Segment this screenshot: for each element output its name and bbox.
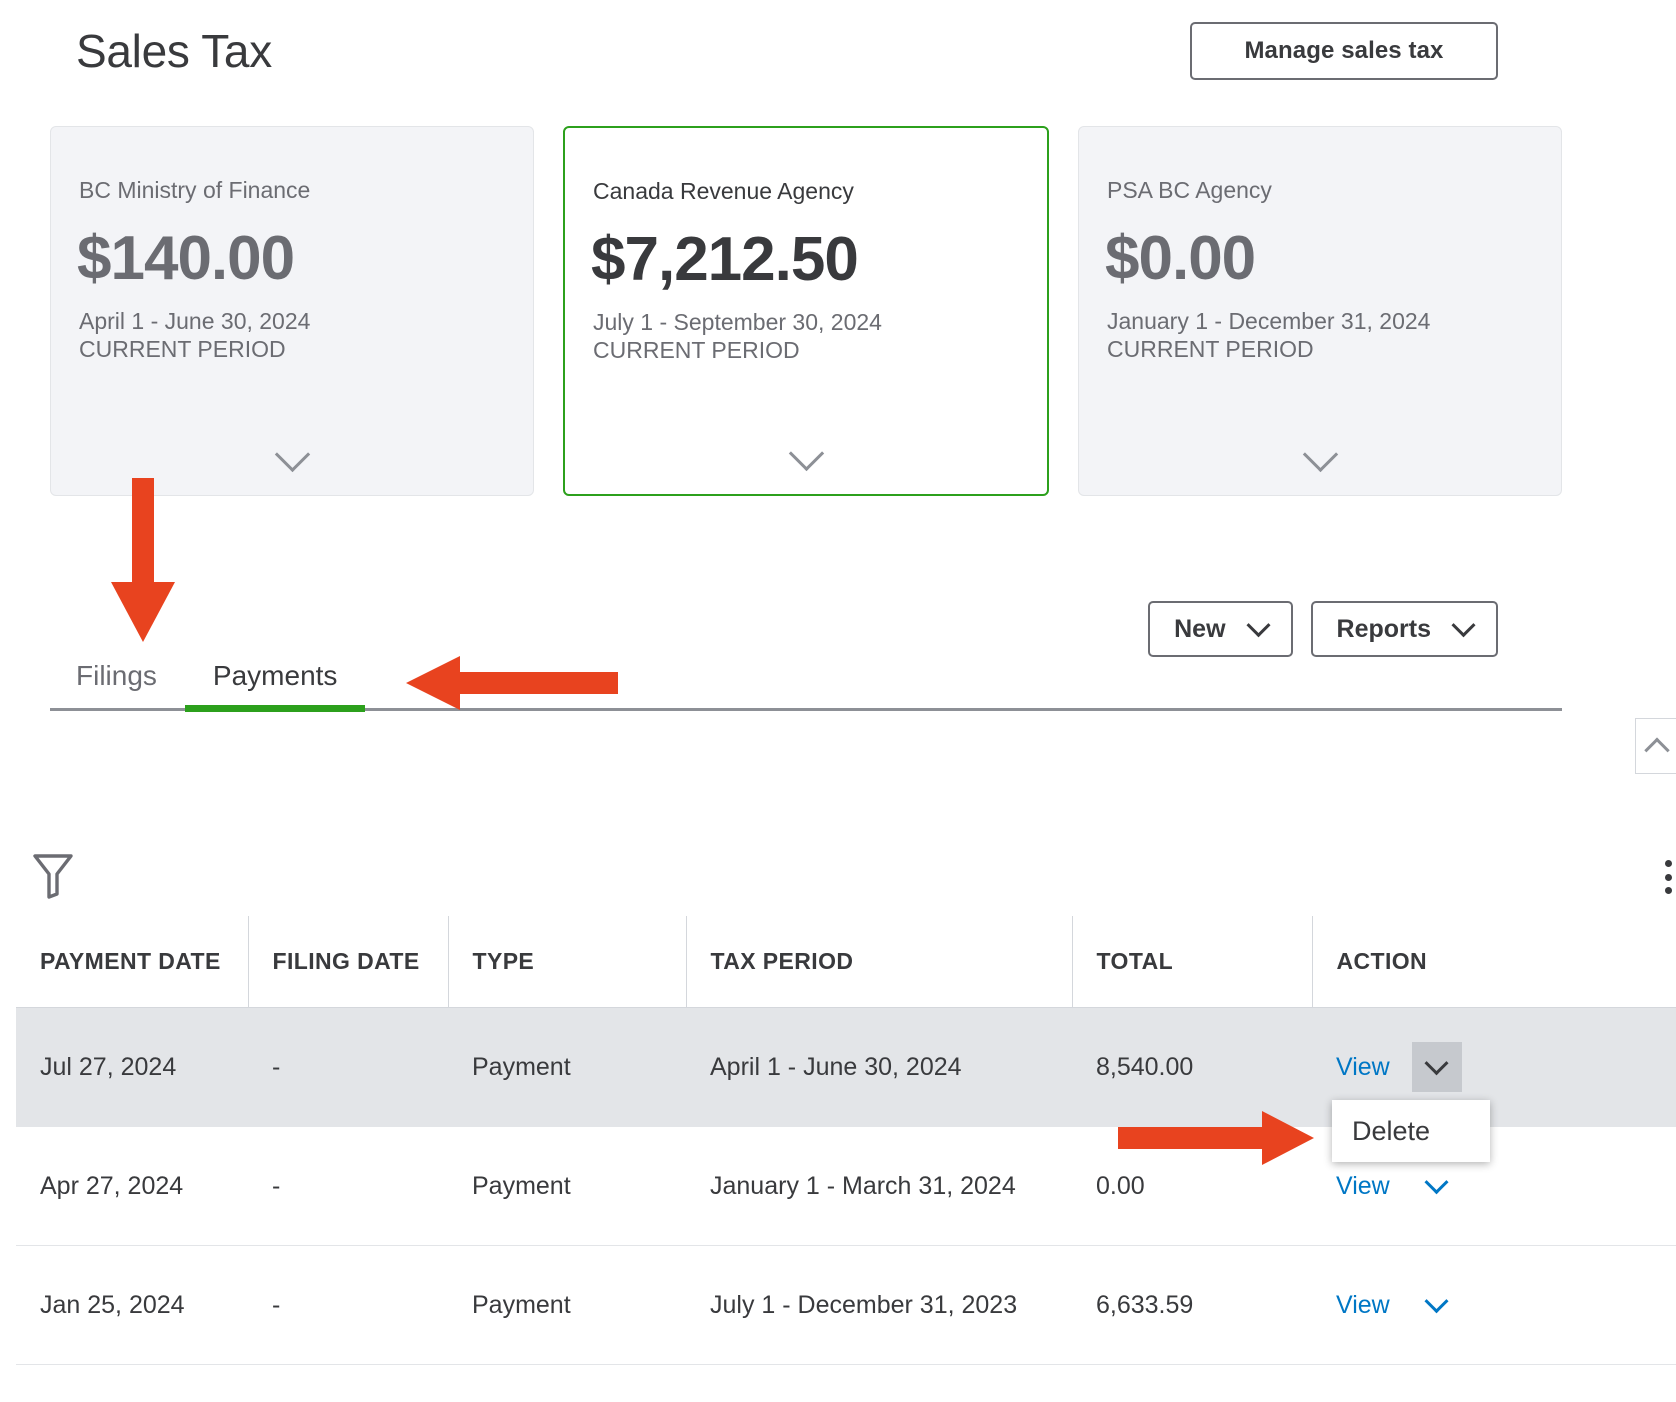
cell-tax-period: January 1 - March 31, 2024 xyxy=(686,1126,1072,1246)
chevron-down-icon xyxy=(788,435,824,472)
action-dropdown-button[interactable] xyxy=(1412,1280,1462,1330)
agency-card-name: Canada Revenue Agency xyxy=(593,178,854,204)
annotation-arrow-down xyxy=(106,478,180,653)
filter-funnel-icon[interactable] xyxy=(32,852,74,905)
agency-card-period-block: January 1 - December 31, 2024 CURRENT PE… xyxy=(1107,307,1430,363)
chevron-down-icon xyxy=(1424,1169,1449,1194)
cell-total: 6,633.59 xyxy=(1072,1245,1312,1365)
tabs-bar: Filings Payments xyxy=(50,650,1562,712)
action-cell-group: View xyxy=(1336,1161,1676,1211)
column-header-payment-date[interactable]: PAYMENT DATE xyxy=(16,916,248,1008)
chevron-down-icon xyxy=(274,436,310,473)
chevron-down-icon xyxy=(1451,612,1476,637)
agency-card-amount: $7,212.50 xyxy=(591,225,859,294)
cell-type: Payment xyxy=(448,1007,686,1127)
view-link[interactable]: View xyxy=(1336,1053,1412,1082)
cell-type: Payment xyxy=(448,1126,686,1246)
cell-tax-period: July 1 - December 31, 2023 xyxy=(686,1245,1072,1365)
column-header-action: ACTION xyxy=(1311,916,1676,1008)
agency-card-period: January 1 - December 31, 2024 xyxy=(1107,308,1431,334)
cell-action: View xyxy=(1312,1245,1676,1365)
agency-card-amount: $140.00 xyxy=(77,224,295,293)
dot xyxy=(1664,873,1672,881)
column-header-type[interactable]: TYPE xyxy=(447,916,686,1008)
view-link[interactable]: View xyxy=(1336,1291,1412,1320)
cell-payment-date: Jul 27, 2024 xyxy=(16,1007,248,1127)
column-header-total[interactable]: TOTAL xyxy=(1071,916,1312,1008)
table-row[interactable]: Jan 25, 2024 - Payment July 1 - December… xyxy=(16,1245,1676,1365)
cell-filing-date: - xyxy=(248,1245,448,1365)
manage-sales-tax-button[interactable]: Manage sales tax xyxy=(1190,22,1498,80)
column-header-tax-period[interactable]: TAX PERIOD xyxy=(685,916,1072,1008)
agency-card-psa-bc-agency[interactable]: PSA BC Agency $0.00 January 1 - December… xyxy=(1078,126,1562,496)
right-panel-collapse-button[interactable] xyxy=(1635,718,1676,774)
agency-card-canada-revenue-agency[interactable]: Canada Revenue Agency $7,212.50 July 1 -… xyxy=(563,126,1049,496)
agency-card-expand-button[interactable] xyxy=(565,435,1047,472)
table-header-row: PAYMENT DATE FILING DATE TYPE TAX PERIOD… xyxy=(16,916,1676,1008)
dot xyxy=(1664,860,1672,867)
chevron-down-icon xyxy=(1302,436,1338,473)
reports-button-label: Reports xyxy=(1336,614,1431,643)
agency-cards-row: BC Ministry of Finance $140.00 April 1 -… xyxy=(50,126,1562,496)
new-button[interactable]: New xyxy=(1148,601,1293,657)
agency-card-amount: $0.00 xyxy=(1105,224,1256,293)
cell-filing-date: - xyxy=(248,1126,448,1246)
cell-filing-date: - xyxy=(248,1007,448,1127)
new-button-label: New xyxy=(1174,614,1226,643)
chevron-down-icon xyxy=(1424,1288,1449,1313)
chevron-down-icon xyxy=(1246,612,1271,637)
cell-tax-period: April 1 - June 30, 2024 xyxy=(686,1007,1072,1127)
agency-card-period-status: CURRENT PERIOD xyxy=(593,337,800,363)
annotation-arrow-right xyxy=(1118,1108,1318,1173)
agency-card-name: PSA BC Agency xyxy=(1107,177,1272,203)
agency-card-period: April 1 - June 30, 2024 xyxy=(79,308,311,334)
view-link[interactable]: View xyxy=(1336,1172,1412,1201)
agency-card-period-status: CURRENT PERIOD xyxy=(79,336,286,362)
settings-dots-icon[interactable] xyxy=(1663,860,1673,894)
action-dropdown-button[interactable] xyxy=(1412,1161,1462,1211)
cell-payment-date: Apr 27, 2024 xyxy=(16,1126,248,1246)
table-action-buttons: New Reports xyxy=(1148,601,1498,657)
tabs-row: Filings Payments xyxy=(50,650,1562,712)
chevron-up-icon xyxy=(1643,737,1670,763)
page-header: Sales Tax Manage sales tax xyxy=(0,0,1676,112)
action-dropdown-button[interactable] xyxy=(1411,1042,1462,1092)
agency-card-period: July 1 - September 30, 2024 xyxy=(593,309,882,335)
delete-menu-item[interactable]: Delete xyxy=(1332,1100,1490,1162)
agency-card-period-block: July 1 - September 30, 2024 CURRENT PERI… xyxy=(593,308,882,364)
annotation-arrow-left xyxy=(398,652,618,719)
tab-filings[interactable]: Filings xyxy=(50,660,185,708)
cell-payment-date: Jan 25, 2024 xyxy=(16,1245,248,1365)
column-header-filing-date[interactable]: FILING DATE xyxy=(247,916,448,1008)
agency-card-expand-button[interactable] xyxy=(1079,436,1561,473)
agency-card-name: BC Ministry of Finance xyxy=(79,177,311,203)
action-cell-group: View xyxy=(1336,1280,1676,1330)
chevron-down-icon xyxy=(1424,1050,1449,1075)
cell-type: Payment xyxy=(448,1245,686,1365)
agency-card-period-status: CURRENT PERIOD xyxy=(1107,336,1314,362)
dot xyxy=(1664,887,1672,894)
action-cell-group: View xyxy=(1336,1042,1676,1092)
agency-card-bc-ministry-of-finance[interactable]: BC Ministry of Finance $140.00 April 1 -… xyxy=(50,126,534,496)
page-title: Sales Tax xyxy=(76,25,272,77)
agency-card-period-block: April 1 - June 30, 2024 CURRENT PERIOD xyxy=(79,307,310,363)
tab-payments[interactable]: Payments xyxy=(184,660,366,712)
agency-card-expand-button[interactable] xyxy=(51,436,533,473)
reports-button[interactable]: Reports xyxy=(1310,601,1498,657)
